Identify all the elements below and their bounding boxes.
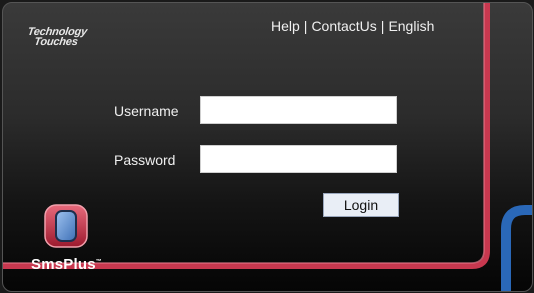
blue-curve (501, 205, 532, 291)
username-input[interactable] (200, 96, 397, 124)
trademark-symbol: ™ (95, 259, 102, 265)
nav-separator: | (303, 18, 308, 34)
login-window: Technology Touches Help | ContactUs | Englis… (2, 2, 533, 292)
brand-line-2: Touches (33, 36, 79, 48)
login-button[interactable]: Login (323, 193, 399, 217)
password-label: Password (114, 152, 176, 168)
app-logo-icon (44, 204, 88, 248)
brand-logo: Technology Touches (26, 26, 88, 48)
password-input[interactable] (200, 145, 397, 173)
app-name: SmsPlus™ (31, 256, 102, 273)
help-link[interactable]: Help (271, 18, 300, 34)
nav-separator: | (380, 18, 385, 34)
top-nav: Help | ContactUs | English (271, 18, 434, 34)
language-link[interactable]: English (388, 18, 434, 34)
username-label: Username (114, 103, 179, 119)
app-name-text: SmsPlus (31, 256, 96, 273)
contact-us-link[interactable]: ContactUs (311, 18, 376, 34)
